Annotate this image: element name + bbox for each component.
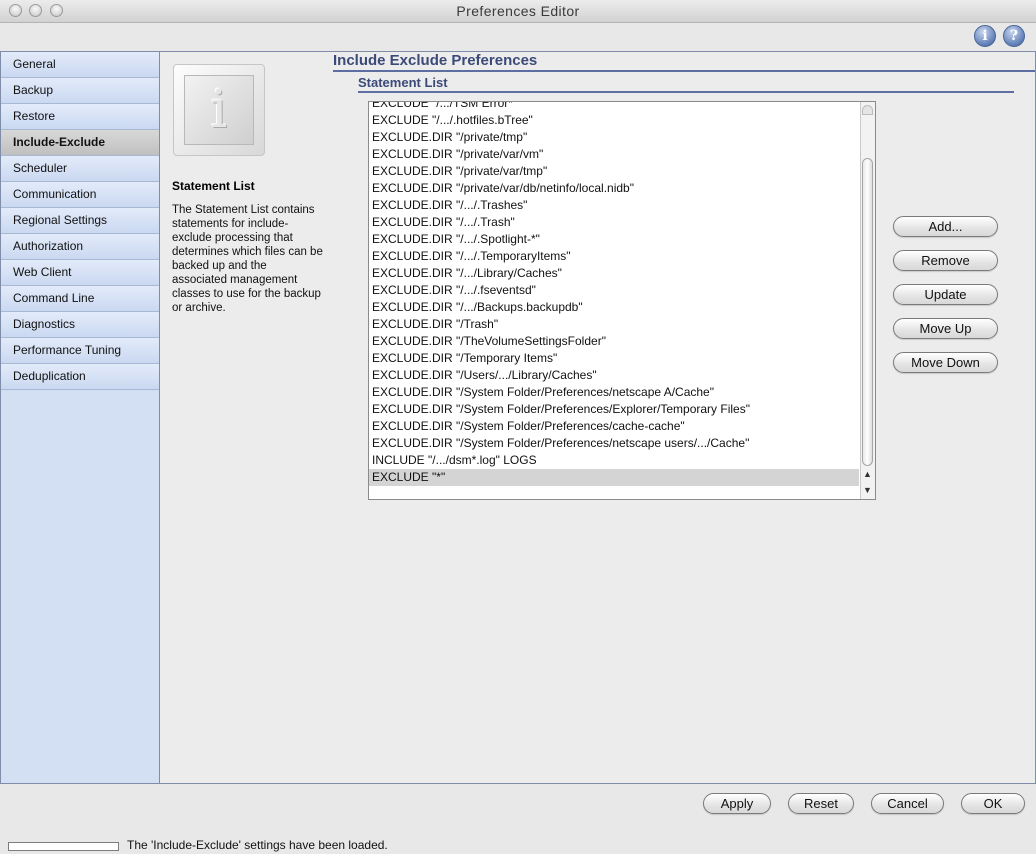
help-icon[interactable]: ? <box>1003 25 1025 47</box>
help-toolbar: i ? <box>0 23 1036 51</box>
apply-button[interactable]: Apply <box>703 793 771 814</box>
update-button[interactable]: Update <box>893 284 998 305</box>
status-message: The 'Include-Exclude' settings have been… <box>127 838 388 852</box>
list-scrollbar[interactable]: ▲ ▼ <box>860 102 875 499</box>
statement-row[interactable]: EXCLUDE.DIR "/System Folder/Preferences/… <box>369 401 859 418</box>
statement-row[interactable]: EXCLUDE.DIR "/.../Backups.backupdb" <box>369 299 859 316</box>
statement-row[interactable]: EXCLUDE.DIR "/Temporary Items" <box>369 350 859 367</box>
preferences-panel: i Statement List The Statement List cont… <box>160 51 1036 784</box>
cancel-button[interactable]: Cancel <box>871 793 944 814</box>
statement-row[interactable]: EXCLUDE.DIR "/private/var/tmp" <box>369 163 859 180</box>
sidebar-item-command-line[interactable]: Command Line <box>1 286 159 312</box>
statement-row[interactable]: EXCLUDE.DIR "/.../.Trash" <box>369 214 859 231</box>
remove-button[interactable]: Remove <box>893 250 998 271</box>
info-icon[interactable]: i <box>974 25 996 47</box>
section-title: Statement List <box>358 75 448 90</box>
statement-row[interactable]: EXCLUDE.DIR "/.../.Spotlight-*" <box>369 231 859 248</box>
move-up-button[interactable]: Move Up <box>893 318 998 339</box>
sidebar-item-scheduler[interactable]: Scheduler <box>1 156 159 182</box>
move-down-button[interactable]: Move Down <box>893 352 998 373</box>
reset-button[interactable]: Reset <box>788 793 854 814</box>
sidebar-item-restore[interactable]: Restore <box>1 104 159 130</box>
statement-row[interactable]: EXCLUDE "/.../TSM Error*" <box>369 102 859 112</box>
statement-row[interactable]: EXCLUDE.DIR "/.../.fseventsd" <box>369 282 859 299</box>
title-divider <box>333 70 1035 72</box>
sidebar-item-performance-tuning[interactable]: Performance Tuning <box>1 338 159 364</box>
sidebar-item-diagnostics[interactable]: Diagnostics <box>1 312 159 338</box>
statement-row[interactable]: EXCLUDE.DIR "/.../.Trashes" <box>369 197 859 214</box>
statement-row[interactable]: EXCLUDE.DIR "/TheVolumeSettingsFolder" <box>369 333 859 350</box>
sidebar-item-deduplication[interactable]: Deduplication <box>1 364 159 390</box>
statement-row[interactable]: EXCLUDE.DIR "/System Folder/Preferences/… <box>369 384 859 401</box>
progress-bar <box>8 842 119 851</box>
title-bar: Preferences Editor <box>0 0 1036 23</box>
sidebar-item-backup[interactable]: Backup <box>1 78 159 104</box>
sidebar-item-general[interactable]: General <box>1 52 159 78</box>
sidebar-item-include-exclude[interactable]: Include-Exclude <box>1 130 159 156</box>
add-button[interactable]: Add... <box>893 216 998 237</box>
scroll-down-arrow-icon[interactable]: ▼ <box>861 483 874 497</box>
info-graphic: i <box>173 64 265 156</box>
statement-row[interactable]: EXCLUDE.DIR "/private/tmp" <box>369 129 859 146</box>
statement-row[interactable]: EXCLUDE.DIR "/Trash" <box>369 316 859 333</box>
statement-list[interactable]: EXCLUDE "/.../TSM Error*" EXCLUDE "/.../.… <box>368 101 876 500</box>
sidebar-item-authorization[interactable]: Authorization <box>1 234 159 260</box>
sidebar-item-communication[interactable]: Communication <box>1 182 159 208</box>
statement-row[interactable]: INCLUDE "/.../dsm*.log" LOGS <box>369 452 859 469</box>
section-divider <box>358 91 1014 93</box>
statement-row[interactable]: EXCLUDE.DIR "/.../Library/Caches" <box>369 265 859 282</box>
info-large-icon: i <box>210 80 228 140</box>
info-description: The Statement List contains statements f… <box>172 204 323 314</box>
statement-row[interactable]: EXCLUDE.DIR "/.../.TemporaryItems" <box>369 248 859 265</box>
window-title: Preferences Editor <box>456 3 580 19</box>
info-heading: Statement List <box>172 179 255 193</box>
sidebar-item-regional-settings[interactable]: Regional Settings <box>1 208 159 234</box>
category-sidebar: General Backup Restore Include-Exclude Sched… <box>0 51 160 784</box>
statement-row[interactable]: EXCLUDE "/.../.hotfiles.bTree" <box>369 112 859 129</box>
statement-row[interactable]: EXCLUDE.DIR "/System Folder/Preferences/… <box>369 435 859 452</box>
scroll-up-arrow-icon[interactable]: ▲ <box>861 467 874 481</box>
page-title: Include Exclude Preferences <box>333 52 538 69</box>
ok-button[interactable]: OK <box>961 793 1025 814</box>
statement-row[interactable]: EXCLUDE "*" <box>369 469 859 486</box>
scrollbar-thumb[interactable] <box>862 158 873 466</box>
statement-row[interactable]: EXCLUDE.DIR "/System Folder/Preferences/… <box>369 418 859 435</box>
sidebar-item-web-client[interactable]: Web Client <box>1 260 159 286</box>
statement-row[interactable]: EXCLUDE.DIR "/private/var/db/netinfo/loc… <box>369 180 859 197</box>
statement-row[interactable]: EXCLUDE.DIR "/private/var/vm" <box>369 146 859 163</box>
statement-row[interactable]: EXCLUDE.DIR "/Users/.../Library/Caches" <box>369 367 859 384</box>
statement-list-rows: EXCLUDE "/.../TSM Error*" EXCLUDE "/.../.… <box>369 102 859 486</box>
